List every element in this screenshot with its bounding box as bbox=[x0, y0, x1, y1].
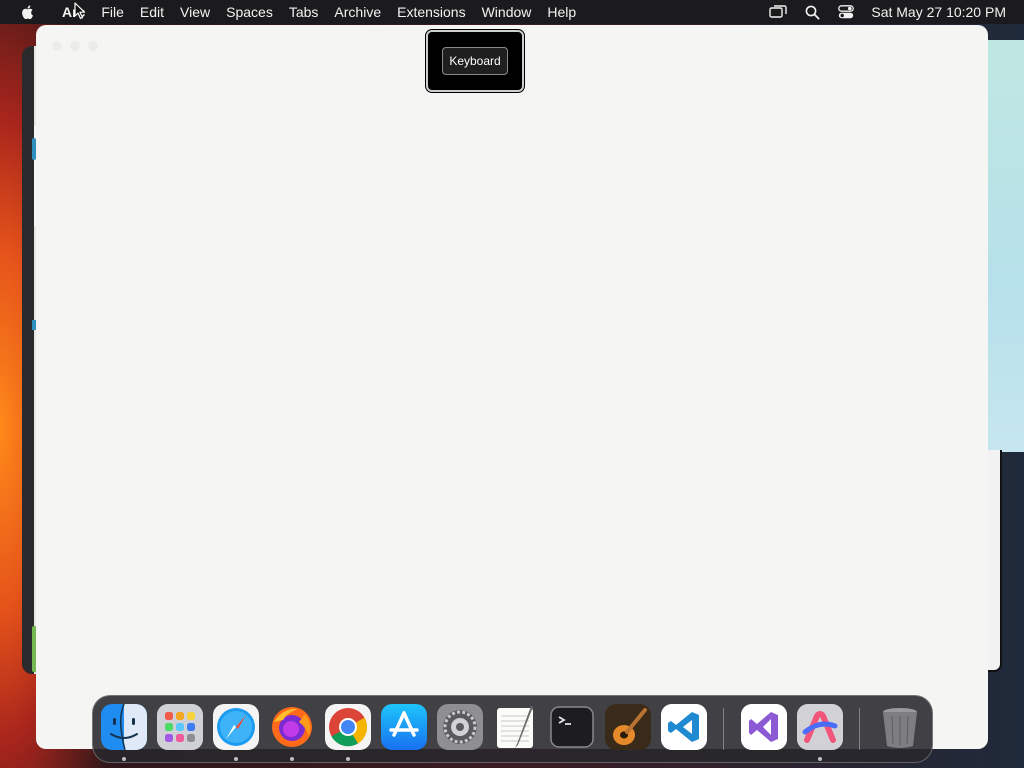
menu-bar-status-area: Sat May 27 10:20 PM bbox=[769, 0, 1006, 24]
menu-archive[interactable]: Archive bbox=[326, 0, 389, 24]
menu-edit[interactable]: Edit bbox=[132, 0, 172, 24]
keyboard-hud-button[interactable]: Keyboard bbox=[442, 47, 508, 75]
running-indicator bbox=[290, 757, 294, 761]
dock-divider bbox=[723, 708, 724, 750]
arc-icon[interactable] bbox=[797, 704, 843, 750]
menu-bar-clock[interactable]: Sat May 27 10:20 PM bbox=[871, 4, 1006, 20]
finder-icon[interactable] bbox=[101, 704, 147, 750]
minimize-window-button[interactable] bbox=[70, 41, 80, 51]
running-indicator bbox=[122, 757, 126, 761]
menu-extensions[interactable]: Extensions bbox=[389, 0, 473, 24]
search-icon[interactable] bbox=[803, 3, 821, 21]
dock bbox=[92, 695, 933, 763]
apple-menu-icon[interactable] bbox=[20, 4, 36, 20]
textedit-icon[interactable] bbox=[493, 704, 539, 750]
vscode-icon[interactable] bbox=[661, 704, 707, 750]
zoom-window-button[interactable] bbox=[88, 41, 98, 51]
visual-studio-icon[interactable] bbox=[741, 704, 787, 750]
firefox-icon[interactable] bbox=[269, 704, 315, 750]
menu-window[interactable]: Window bbox=[474, 0, 540, 24]
menu-tabs[interactable]: Tabs bbox=[281, 0, 327, 24]
launchpad-icon[interactable] bbox=[157, 704, 203, 750]
trash-icon[interactable] bbox=[877, 704, 923, 750]
menu-help[interactable]: Help bbox=[539, 0, 584, 24]
mouse-cursor-icon bbox=[74, 2, 86, 20]
menu-spaces[interactable]: Spaces bbox=[218, 0, 281, 24]
safari-icon[interactable] bbox=[213, 704, 259, 750]
running-indicator bbox=[234, 757, 238, 761]
keyboard-hud: Keyboard bbox=[426, 30, 524, 92]
arc-browser-window[interactable] bbox=[36, 25, 988, 749]
menu-bar: Arc File Edit View Spaces Tabs Archive E… bbox=[0, 0, 1024, 24]
window-controls bbox=[52, 41, 98, 51]
screen-mirroring-icon[interactable] bbox=[769, 3, 788, 21]
running-indicator bbox=[818, 757, 822, 761]
running-indicator bbox=[346, 757, 350, 761]
close-window-button[interactable] bbox=[52, 41, 62, 51]
chrome-icon[interactable] bbox=[325, 704, 371, 750]
dock-divider bbox=[859, 708, 860, 750]
app-store-icon[interactable] bbox=[381, 704, 427, 750]
menu-view[interactable]: View bbox=[172, 0, 218, 24]
control-center-icon[interactable] bbox=[837, 3, 855, 21]
garageband-icon[interactable] bbox=[605, 704, 651, 750]
terminal-icon[interactable] bbox=[549, 704, 595, 750]
menu-file[interactable]: File bbox=[93, 0, 132, 24]
system-settings-icon[interactable] bbox=[437, 704, 483, 750]
